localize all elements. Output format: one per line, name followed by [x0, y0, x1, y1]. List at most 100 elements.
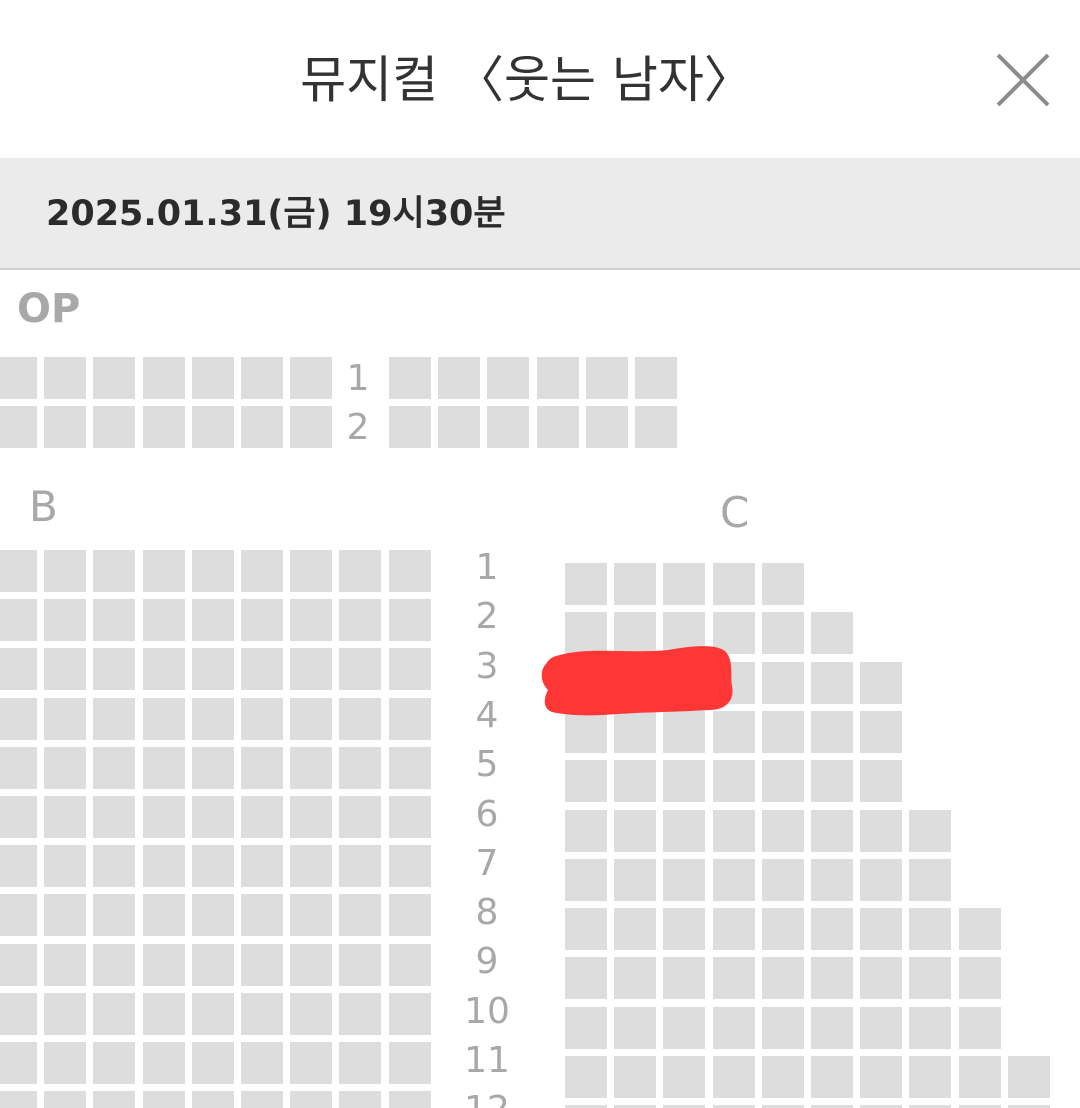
c-seat[interactable] [959, 957, 1001, 999]
c-seat[interactable] [713, 810, 755, 852]
c-seat[interactable] [565, 1056, 607, 1098]
c-seat[interactable] [663, 810, 705, 852]
b-seat[interactable] [241, 796, 283, 838]
b-seat[interactable] [44, 550, 86, 592]
c-seat[interactable] [565, 859, 607, 901]
b-seat[interactable] [339, 599, 381, 641]
b-seat[interactable] [290, 698, 332, 740]
c-seat[interactable] [811, 859, 853, 901]
b-seat[interactable] [93, 1042, 135, 1084]
b-seat[interactable] [192, 894, 234, 936]
c-seat[interactable] [565, 957, 607, 999]
c-seat[interactable] [860, 908, 902, 950]
c-seat[interactable] [909, 908, 951, 950]
c-seat[interactable] [860, 810, 902, 852]
b-seat[interactable] [389, 747, 431, 789]
b-seat[interactable] [93, 894, 135, 936]
c-seat[interactable] [762, 859, 804, 901]
c-seat[interactable] [860, 662, 902, 704]
b-seat[interactable] [44, 1042, 86, 1084]
b-seat[interactable] [0, 796, 37, 838]
c-seat[interactable] [614, 1056, 656, 1098]
b-seat[interactable] [0, 698, 37, 740]
b-seat[interactable] [241, 944, 283, 986]
b-seat[interactable] [241, 845, 283, 887]
c-seat[interactable] [860, 711, 902, 753]
c-seat[interactable] [614, 711, 656, 753]
c-seat[interactable] [909, 810, 951, 852]
b-seat[interactable] [143, 796, 185, 838]
b-seat[interactable] [93, 698, 135, 740]
b-seat[interactable] [241, 550, 283, 592]
c-seat[interactable] [811, 760, 853, 802]
b-seat[interactable] [93, 944, 135, 986]
b-seat[interactable] [241, 993, 283, 1035]
b-seat[interactable] [44, 698, 86, 740]
b-seat[interactable] [143, 550, 185, 592]
b-seat[interactable] [143, 599, 185, 641]
c-seat[interactable] [614, 859, 656, 901]
b-seat[interactable] [0, 747, 37, 789]
b-seat[interactable] [339, 1091, 381, 1108]
b-seat[interactable] [192, 993, 234, 1035]
b-seat[interactable] [192, 1042, 234, 1084]
c-seat[interactable] [614, 760, 656, 802]
c-seat[interactable] [811, 908, 853, 950]
c-seat[interactable] [713, 612, 755, 654]
c-seat[interactable] [959, 1007, 1001, 1049]
b-seat[interactable] [389, 1091, 431, 1108]
op-seat[interactable] [143, 406, 185, 448]
b-seat[interactable] [290, 599, 332, 641]
b-seat[interactable] [389, 894, 431, 936]
op-seat[interactable] [93, 357, 135, 399]
b-seat[interactable] [339, 648, 381, 690]
b-seat[interactable] [339, 550, 381, 592]
c-seat[interactable] [663, 612, 705, 654]
c-seat[interactable] [614, 957, 656, 999]
c-seat[interactable] [909, 957, 951, 999]
b-seat[interactable] [339, 993, 381, 1035]
b-seat[interactable] [0, 993, 37, 1035]
c-seat[interactable] [663, 760, 705, 802]
op-seat[interactable] [192, 357, 234, 399]
c-seat[interactable] [811, 612, 853, 654]
b-seat[interactable] [192, 796, 234, 838]
c-seat[interactable] [614, 1007, 656, 1049]
c-seat[interactable] [565, 612, 607, 654]
c-seat[interactable] [860, 957, 902, 999]
c-seat[interactable] [663, 859, 705, 901]
c-seat[interactable] [713, 859, 755, 901]
c-seat[interactable] [909, 859, 951, 901]
c-seat[interactable] [565, 711, 607, 753]
c-seat[interactable] [713, 908, 755, 950]
b-seat[interactable] [389, 796, 431, 838]
b-seat[interactable] [143, 1042, 185, 1084]
b-seat[interactable] [389, 993, 431, 1035]
b-seat[interactable] [93, 648, 135, 690]
b-seat[interactable] [0, 1091, 37, 1108]
b-seat[interactable] [93, 1091, 135, 1108]
c-seat[interactable] [663, 957, 705, 999]
c-seat[interactable] [565, 760, 607, 802]
b-seat[interactable] [241, 747, 283, 789]
b-seat[interactable] [389, 845, 431, 887]
b-seat[interactable] [93, 550, 135, 592]
op-seat[interactable] [635, 357, 677, 399]
op-seat[interactable] [0, 406, 37, 448]
c-seat[interactable] [811, 810, 853, 852]
op-seat[interactable] [290, 357, 332, 399]
c-seat[interactable] [663, 711, 705, 753]
c-seat[interactable] [811, 1056, 853, 1098]
c-seat[interactable] [762, 711, 804, 753]
c-seat[interactable] [811, 711, 853, 753]
b-seat[interactable] [0, 944, 37, 986]
c-seat[interactable] [860, 1056, 902, 1098]
b-seat[interactable] [192, 599, 234, 641]
op-seat[interactable] [44, 406, 86, 448]
op-seat[interactable] [389, 406, 431, 448]
c-seat[interactable] [762, 612, 804, 654]
b-seat[interactable] [339, 944, 381, 986]
c-seat[interactable] [614, 810, 656, 852]
b-seat[interactable] [192, 747, 234, 789]
c-seat[interactable] [860, 1007, 902, 1049]
